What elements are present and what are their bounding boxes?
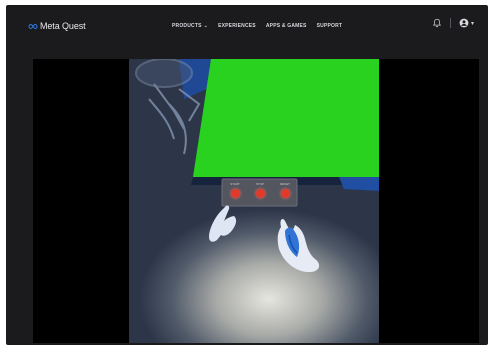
bell-icon[interactable] [432, 18, 442, 28]
header-actions: ▾ [432, 18, 474, 28]
panel-button-start[interactable]: START [225, 182, 245, 204]
nav-support[interactable]: SUPPORT [317, 23, 343, 29]
chair-ghost [135, 59, 201, 155]
site-header: Meta Quest PRODUCTS ⌄ EXPERIENCES APPS & … [6, 5, 488, 49]
header-divider [449, 18, 451, 28]
video-player[interactable]: START STOP RESET [33, 59, 479, 343]
chevron-down-icon: ⌄ [203, 23, 209, 29]
left-hand [209, 205, 237, 242]
meta-infinity-icon [28, 23, 38, 29]
chevron-down-icon[interactable]: ▾ [471, 20, 474, 27]
right-hand [277, 219, 320, 273]
panel-button-stop[interactable]: STOP [250, 182, 270, 204]
panel-button-reset[interactable]: RESET [275, 182, 295, 204]
meta-quest-logo[interactable]: Meta Quest [28, 21, 86, 31]
browser-frame: Meta Quest PRODUCTS ⌄ EXPERIENCES APPS & … [6, 5, 488, 345]
brand-name: Meta Quest [40, 21, 86, 31]
nav-experiences[interactable]: EXPERIENCES [218, 23, 256, 29]
red-button-icon [230, 189, 240, 198]
nav-products[interactable]: PRODUCTS ⌄ [172, 23, 208, 29]
red-button-icon [280, 189, 290, 198]
nav-apps-games[interactable]: APPS & GAMES [266, 23, 307, 29]
account-icon[interactable] [459, 18, 469, 28]
green-screen-panel [193, 59, 379, 177]
red-button-icon [255, 189, 265, 198]
panel-button-start-label: START [230, 182, 240, 186]
main-nav: PRODUCTS ⌄ EXPERIENCES APPS & GAMES SUPPO… [172, 23, 342, 29]
vr-scene-video: START STOP RESET [129, 59, 379, 343]
panel-button-reset-label: RESET [279, 182, 290, 186]
nav-products-label: PRODUCTS [172, 23, 202, 29]
panel-button-stop-label: STOP [255, 182, 265, 186]
